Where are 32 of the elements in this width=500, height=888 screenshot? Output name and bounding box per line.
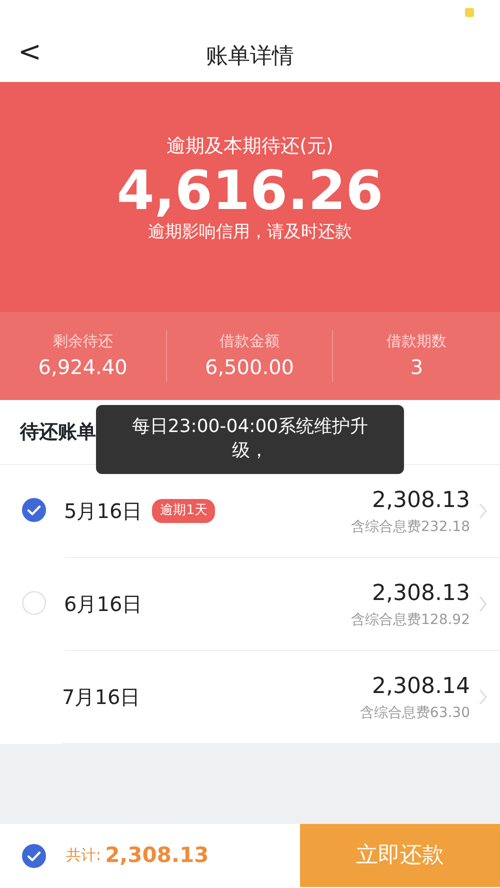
chevron-icon[interactable] — [478, 502, 488, 520]
fee-note: 含综合息费232.18 — [351, 518, 470, 537]
stat-label: 剩余待还 — [52, 330, 114, 352]
stat-value: 3 — [409, 354, 424, 382]
bill-amount: 2,308.13 — [371, 580, 470, 608]
due-amount: 4,616.26 — [116, 160, 384, 220]
chevron-icon[interactable] — [478, 595, 488, 613]
back-button[interactable]: < — [14, 38, 46, 66]
bill-date: 6月16日 — [64, 591, 142, 618]
section-title: 待还账单 — [20, 420, 96, 445]
stat-label: 借款金额 — [218, 330, 280, 352]
page-title: 账单详情 — [206, 42, 294, 70]
stat-value: 6,500.00 — [204, 354, 296, 382]
total-label: 共计: — [66, 845, 102, 866]
amount-label: 逾期及本期待还(元) — [166, 134, 334, 159]
toast-message: 每日23:00-04:00系统维护升级， — [96, 405, 404, 474]
total-amount: 2,308.13 — [105, 842, 209, 869]
checked-checkbox[interactable] — [22, 844, 46, 868]
overdue-badge: 逾期1天 — [152, 499, 216, 523]
credit-warning: 逾期影响信用，请及时还款 — [148, 220, 352, 244]
stat-label: 借款期数 — [386, 330, 448, 352]
fee-note: 含综合息费128.92 — [351, 611, 470, 630]
status-icon — [465, 8, 474, 17]
bill-amount: 2,308.13 — [371, 487, 470, 515]
bill-amount: 2,308.14 — [371, 673, 470, 701]
bill-date: 5月16日 — [64, 498, 142, 525]
stat-value: 6,924.40 — [37, 354, 128, 382]
checkbox[interactable] — [22, 591, 46, 615]
chevron-icon[interactable] — [478, 688, 488, 706]
fee-note: 含综合息费63.30 — [360, 704, 470, 723]
checked-checkbox[interactable] — [22, 498, 46, 522]
bill-date: 7月16日 — [62, 684, 140, 711]
